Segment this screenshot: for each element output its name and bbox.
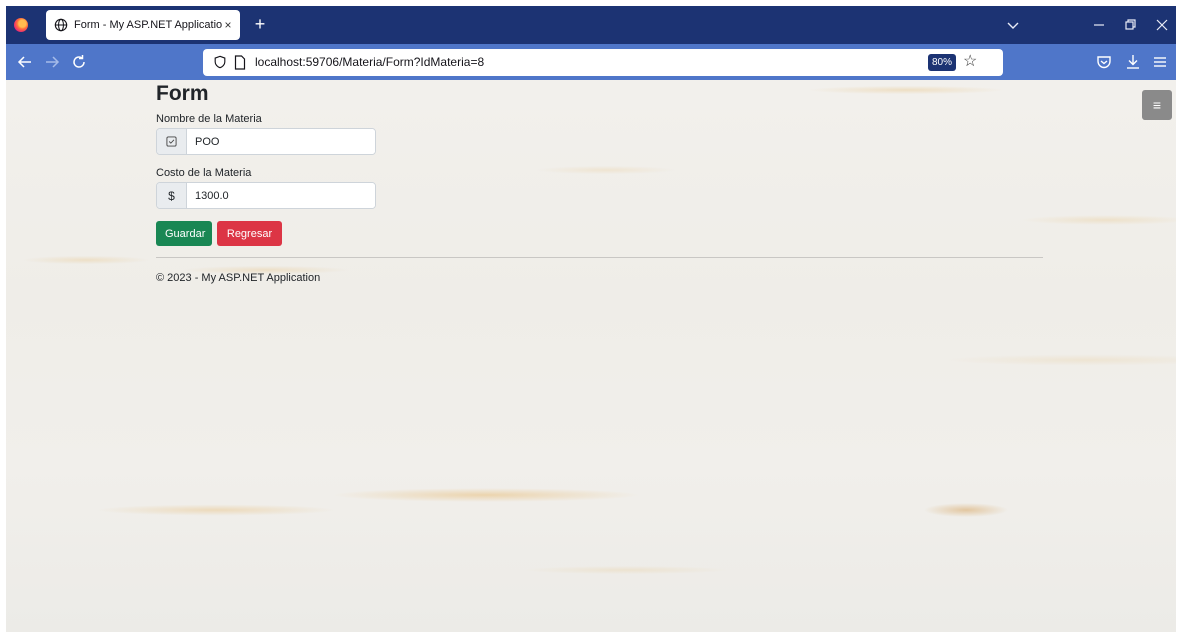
costo-label: Costo de la Materia xyxy=(156,167,252,179)
page-info-icon[interactable] xyxy=(234,55,246,70)
guardar-button[interactable]: Guardar xyxy=(156,221,212,246)
url-bar[interactable]: localhost:59706/Materia/Form?IdMateria=8… xyxy=(203,49,1003,76)
minimize-icon[interactable] xyxy=(1089,15,1109,35)
bookmark-star-icon[interactable]: ☆ xyxy=(963,52,977,72)
globe-icon xyxy=(54,18,68,32)
url-text[interactable]: localhost:59706/Materia/Form?IdMateria=8 xyxy=(255,55,484,69)
browser-window: Form - My ASP.NET Application × + localh… xyxy=(6,6,1176,632)
forward-arrow-icon[interactable] xyxy=(42,52,62,72)
tab-title: Form - My ASP.NET Application xyxy=(74,19,222,31)
dollar-addon: $ xyxy=(157,183,187,208)
page-content: Form Nombre de la Materia Costo de la Ma… xyxy=(6,80,1176,632)
shield-icon[interactable] xyxy=(213,55,227,69)
app-menu-icon[interactable] xyxy=(1150,52,1170,72)
back-arrow-icon[interactable] xyxy=(15,52,35,72)
divider xyxy=(156,257,1043,258)
footer-copyright: © 2023 - My ASP.NET Application xyxy=(156,272,321,284)
new-tab-button[interactable]: + xyxy=(249,13,271,35)
tab-strip: Form - My ASP.NET Application × + xyxy=(6,6,1176,44)
download-icon[interactable] xyxy=(1123,52,1143,72)
zoom-level-badge[interactable]: 80% xyxy=(928,54,957,71)
navbar-toggle-button[interactable]: ≡ xyxy=(1142,90,1172,120)
costo-input[interactable] xyxy=(187,183,375,208)
tab-close-icon[interactable]: × xyxy=(222,18,234,32)
costo-input-group: $ xyxy=(156,182,376,209)
nombre-input[interactable] xyxy=(187,129,375,154)
check-square-icon xyxy=(166,136,177,147)
nombre-addon xyxy=(157,129,187,154)
browser-tab[interactable]: Form - My ASP.NET Application × xyxy=(46,10,240,40)
page-title: Form xyxy=(156,82,209,105)
chevron-down-icon[interactable] xyxy=(1005,17,1021,33)
regresar-button[interactable]: Regresar xyxy=(217,221,282,246)
hamburger-icon: ≡ xyxy=(1152,97,1162,113)
pocket-icon[interactable] xyxy=(1094,52,1114,72)
restore-icon[interactable] xyxy=(1120,15,1140,35)
close-window-icon[interactable] xyxy=(1152,15,1172,35)
nombre-label: Nombre de la Materia xyxy=(156,113,262,125)
firefox-logo-icon[interactable] xyxy=(14,18,28,32)
reload-icon[interactable] xyxy=(69,52,89,72)
navigation-toolbar: localhost:59706/Materia/Form?IdMateria=8… xyxy=(6,44,1176,80)
nombre-input-group xyxy=(156,128,376,155)
